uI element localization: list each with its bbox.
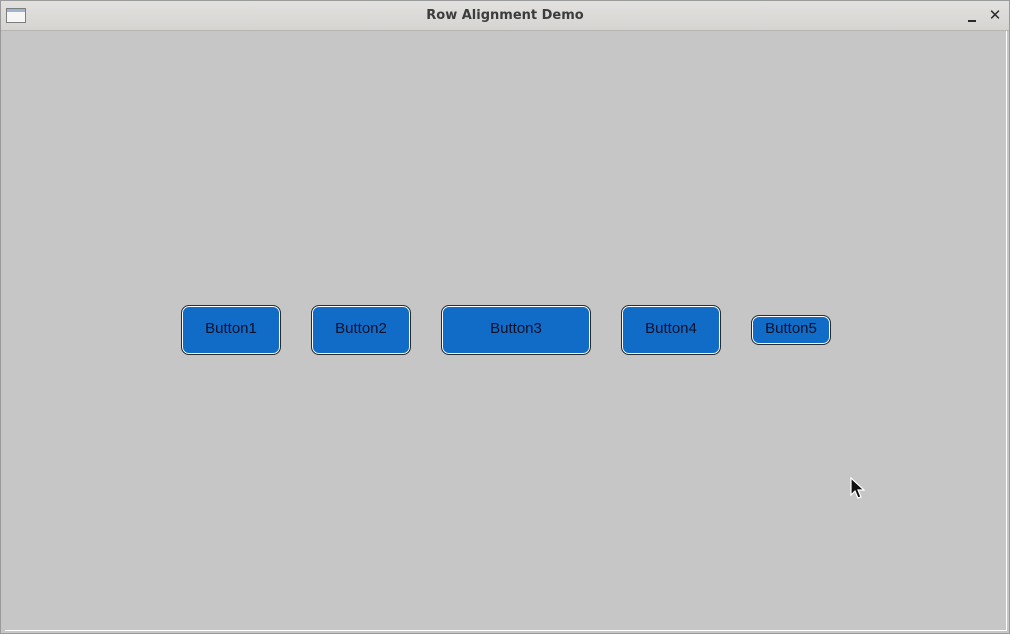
content-area: Button1 Button2 Button3 Button4 Button5 — [5, 31, 1007, 631]
minimize-icon[interactable] — [963, 6, 981, 24]
button-5[interactable]: Button5 — [751, 315, 831, 345]
mouse-cursor-icon — [850, 477, 866, 499]
app-window: Row Alignment Demo ✕ Button1 Button2 But… — [0, 0, 1010, 634]
button-4[interactable]: Button4 — [621, 305, 721, 355]
button-3[interactable]: Button3 — [441, 305, 591, 355]
close-icon[interactable]: ✕ — [986, 6, 1004, 24]
button-1[interactable]: Button1 — [181, 305, 281, 355]
button-2[interactable]: Button2 — [311, 305, 411, 355]
window-title: Row Alignment Demo — [426, 8, 584, 23]
title-bar[interactable]: Row Alignment Demo ✕ — [1, 1, 1009, 31]
